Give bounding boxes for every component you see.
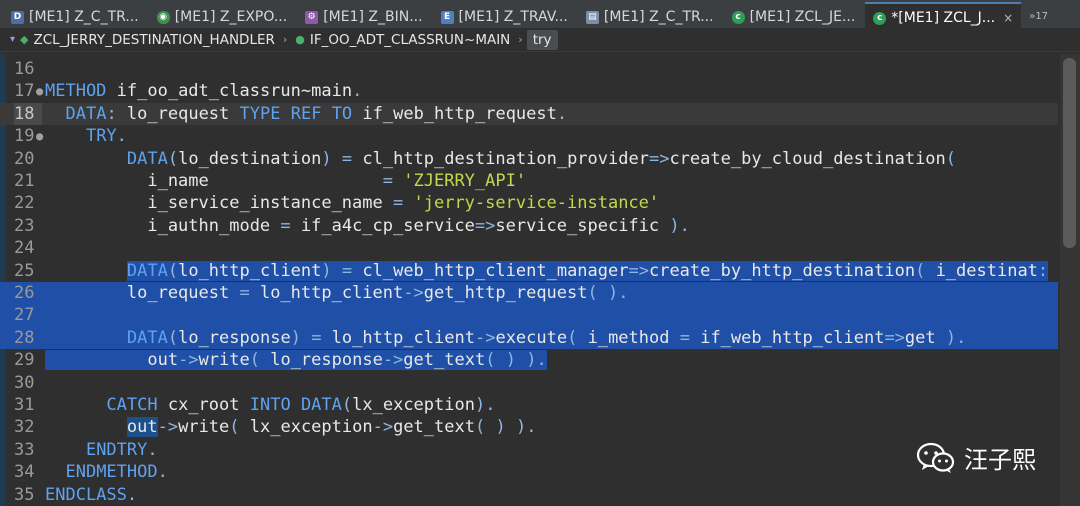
- code-line[interactable]: 33 ENDTRY.: [0, 439, 1058, 461]
- code-text: DATA(lo_http_client) = cl_web_http_clien…: [126, 260, 1049, 281]
- cds-view-icon: ◉: [156, 10, 170, 24]
- service-binding-icon: ⚙: [305, 10, 319, 24]
- chevron-right-icon: ›: [282, 33, 288, 46]
- code-text: ENDMETHOD.: [65, 462, 168, 483]
- line-number: 31: [14, 395, 35, 415]
- breadcrumb-try-block[interactable]: try: [526, 29, 558, 50]
- code-text: DATA: lo_request TYPE REF TO if_web_http…: [65, 103, 568, 124]
- code-editor[interactable]: 16 17 ● METHOD if_oo_adt_classrun~main. 18 D…: [0, 54, 1080, 506]
- chevron-right-icon: ›: [518, 33, 523, 46]
- code-text: out->write( lo_response->get_text( ) ).: [45, 350, 547, 371]
- line-number: 21: [14, 171, 35, 191]
- code-line[interactable]: 28 DATA(lo_response) = lo_http_client->e…: [0, 326, 1058, 350]
- code-line[interactable]: 32 out->write( lx_exception->get_text( )…: [0, 416, 1058, 438]
- code-line[interactable]: 21 i_name = 'ZJERRY_API': [0, 170, 1058, 192]
- line-number: 29: [14, 350, 35, 371]
- code-text: TRY.: [85, 126, 127, 147]
- tab-label: [ME1] Z_BIN...: [323, 9, 423, 25]
- breadcrumb: ▾ ◆ ZCL_JERRY_DESTINATION_HANDLER › ● IF_OO…: [0, 28, 1080, 52]
- fold-marker-icon[interactable]: ●: [36, 125, 43, 147]
- class-c-icon: c: [731, 10, 745, 24]
- code-line[interactable]: 27: [0, 304, 1058, 327]
- line-number: 28: [14, 327, 35, 348]
- code-line[interactable]: 25 DATA(lo_http_client) = cl_web_http_cl…: [0, 260, 1058, 282]
- table-icon: ▤: [585, 10, 599, 24]
- line-number: 16: [14, 59, 35, 79]
- code-line[interactable]: 17 ● METHOD if_oo_adt_classrun~main.: [0, 80, 1058, 102]
- close-icon[interactable]: ×: [1003, 11, 1013, 25]
- code-text: ENDCLASS.: [45, 484, 138, 505]
- line-number: 24: [14, 238, 35, 259]
- line-number: 35: [14, 484, 35, 505]
- code-text: DATA(lo_response) = lo_http_client->exec…: [126, 327, 967, 348]
- code-text: ENDTRY.: [85, 439, 158, 460]
- code-line[interactable]: 20 DATA(lo_destination) = cl_http_destin…: [0, 148, 1058, 170]
- code-text: out->write( lx_exception->get_text( ) ).: [126, 417, 537, 438]
- code-text: lo_request = lo_http_client->get_http_re…: [45, 283, 629, 303]
- wechat-icon: [916, 442, 955, 473]
- breadcrumb-method[interactable]: ● IF_OO_ADT_CLASSRUN~MAIN: [291, 32, 514, 48]
- code-text: DATA(lo_destination) = cl_http_destinati…: [126, 148, 957, 169]
- line-number: 30: [14, 372, 35, 393]
- line-number: 18: [14, 102, 42, 126]
- code-line[interactable]: 23 i_authn_mode = if_a4c_cp_service=>ser…: [0, 215, 1058, 237]
- code-text: i_name = 'ZJERRY_API': [45, 171, 527, 191]
- tab-label: [ME1] ZCL_JE...: [749, 9, 856, 25]
- line-number: 34: [14, 462, 35, 483]
- code-text: METHOD if_oo_adt_classrun~main.: [45, 81, 363, 102]
- breadcrumb-class[interactable]: ▾ ◆ ZCL_JERRY_DESTINATION_HANDLER: [6, 32, 279, 48]
- line-number: 26: [14, 283, 35, 303]
- line-number: 27: [14, 305, 35, 326]
- scrollbar-thumb[interactable]: [1063, 58, 1076, 248]
- line-number: 23: [14, 215, 35, 236]
- fold-marker-icon[interactable]: ●: [36, 80, 43, 102]
- tab-label: [ME1] Z_EXPO...: [174, 9, 288, 25]
- entity-e-icon: E: [440, 10, 454, 24]
- line-number: 25: [14, 260, 35, 281]
- code-line[interactable]: 34 ENDMETHOD.: [0, 461, 1058, 483]
- tab-overflow-button[interactable]: »17: [1029, 11, 1048, 22]
- method-icon: ●: [295, 33, 305, 46]
- chevron-down-icon: ▾: [10, 34, 16, 45]
- code-line[interactable]: 16: [0, 58, 1058, 80]
- code-line[interactable]: 24: [0, 237, 1058, 259]
- tab-label: [ME1] Z_C_TR...: [603, 9, 714, 25]
- code-line[interactable]: 31 CATCH cx_root INTO DATA(lx_exception)…: [0, 394, 1058, 416]
- line-number: 33: [14, 439, 35, 460]
- code-text: CATCH cx_root INTO DATA(lx_exception).: [106, 395, 496, 415]
- code-line[interactable]: 35 ENDCLASS.: [0, 484, 1058, 506]
- code-line[interactable]: 19 ● TRY.: [0, 125, 1058, 147]
- line-number: 32: [14, 417, 35, 438]
- line-number: 20: [14, 148, 35, 169]
- ddic-d-icon: D: [11, 10, 24, 24]
- class-c-icon: c: [873, 11, 887, 25]
- code-line[interactable]: 30: [0, 372, 1058, 394]
- tab-label: [ME1] Z_TRAV...: [458, 9, 568, 25]
- code-line[interactable]: 18 DATA: lo_request TYPE REF TO if_web_h…: [0, 102, 1058, 126]
- tab-label: *[ME1] ZCL_J...: [891, 10, 996, 26]
- code-text: i_authn_mode = if_a4c_cp_service=>servic…: [45, 215, 690, 236]
- class-icon: ◆: [20, 33, 29, 46]
- line-number: 22: [14, 193, 35, 214]
- code-line[interactable]: 22 i_service_instance_name = 'jerry-serv…: [0, 192, 1058, 214]
- code-line[interactable]: 26 lo_request = lo_http_client->get_http…: [0, 282, 1058, 305]
- watermark-text: 汪子熙: [964, 446, 1036, 474]
- tab-label: [ME1] Z_C_TR...: [29, 9, 139, 25]
- code-text: i_service_instance_name = 'jerry-service…: [45, 193, 660, 214]
- vertical-scrollbar[interactable]: [1060, 54, 1080, 506]
- code-line[interactable]: 29 out->write( lo_response->get_text( ) …: [0, 349, 1058, 371]
- watermark: 汪子熙: [916, 440, 1036, 475]
